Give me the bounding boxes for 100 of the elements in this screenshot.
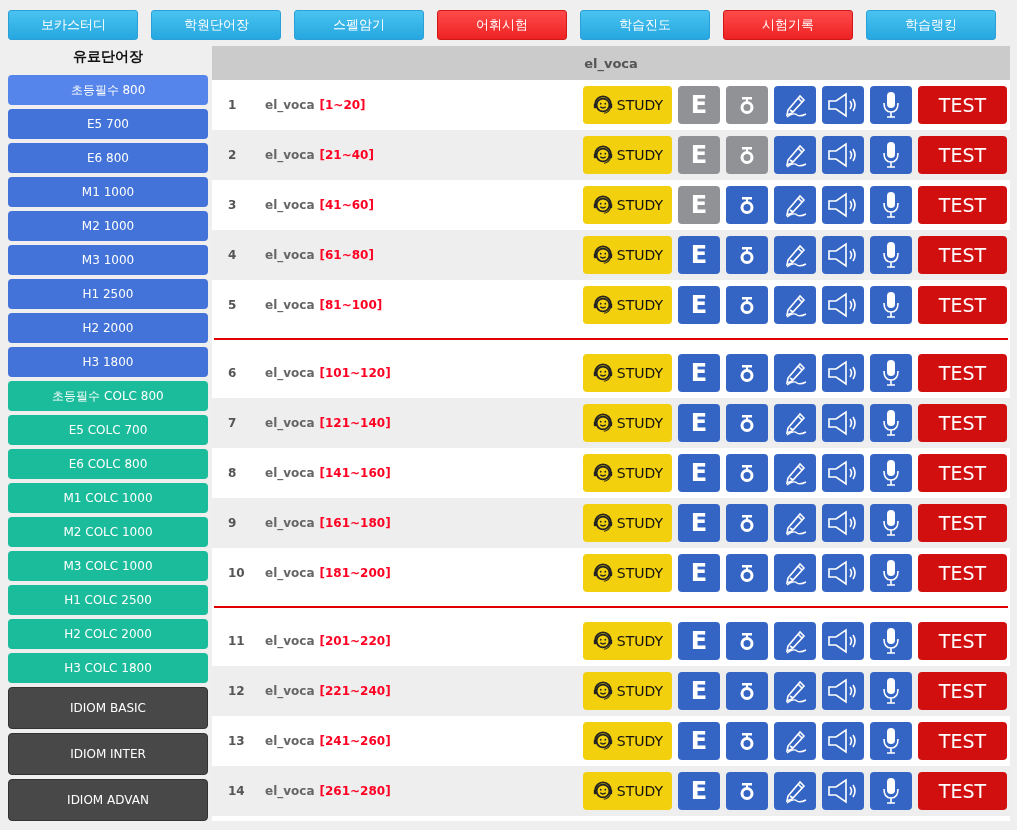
nav-button[interactable]: 어휘시험 [437, 10, 567, 40]
e-button[interactable]: E [678, 86, 720, 124]
stopwatch-button[interactable] [726, 86, 768, 124]
stopwatch-button[interactable] [726, 236, 768, 274]
e-button[interactable]: E [678, 136, 720, 174]
stopwatch-button[interactable] [726, 504, 768, 542]
speak-button[interactable] [870, 554, 912, 592]
sidebar-item[interactable]: IDIOM BASIC [8, 687, 208, 729]
e-button[interactable]: E [678, 354, 720, 392]
speak-button[interactable] [870, 672, 912, 710]
writing-button[interactable] [774, 622, 816, 660]
study-button[interactable]: STUDY [583, 772, 672, 810]
e-button[interactable]: E [678, 286, 720, 324]
listen-button[interactable] [822, 722, 864, 760]
sidebar-item[interactable]: H1 2500 [8, 279, 208, 309]
test-button[interactable]: TEST [918, 554, 1007, 592]
e-button[interactable]: E [678, 622, 720, 660]
sidebar-item[interactable]: IDIOM ADVAN [8, 779, 208, 821]
listen-button[interactable] [822, 622, 864, 660]
test-button[interactable]: TEST [918, 504, 1007, 542]
test-button[interactable]: TEST [918, 672, 1007, 710]
stopwatch-button[interactable] [726, 136, 768, 174]
study-button[interactable]: STUDY [583, 404, 672, 442]
writing-button[interactable] [774, 354, 816, 392]
writing-button[interactable] [774, 136, 816, 174]
stopwatch-button[interactable] [726, 672, 768, 710]
speak-button[interactable] [870, 722, 912, 760]
sidebar-item[interactable]: M3 1000 [8, 245, 208, 275]
listen-button[interactable] [822, 672, 864, 710]
listen-button[interactable] [822, 236, 864, 274]
test-button[interactable]: TEST [918, 354, 1007, 392]
writing-button[interactable] [774, 504, 816, 542]
test-button[interactable]: TEST [918, 236, 1007, 274]
sidebar-item[interactable]: M2 1000 [8, 211, 208, 241]
speak-button[interactable] [870, 404, 912, 442]
test-button[interactable]: TEST [918, 722, 1007, 760]
sidebar-item[interactable]: E6 800 [8, 143, 208, 173]
writing-button[interactable] [774, 722, 816, 760]
stopwatch-button[interactable] [726, 554, 768, 592]
listen-button[interactable] [822, 404, 864, 442]
study-button[interactable]: STUDY [583, 86, 672, 124]
test-button[interactable]: TEST [918, 286, 1007, 324]
stopwatch-button[interactable] [726, 354, 768, 392]
sidebar-item[interactable]: E5 700 [8, 109, 208, 139]
study-button[interactable]: STUDY [583, 622, 672, 660]
writing-button[interactable] [774, 404, 816, 442]
writing-button[interactable] [774, 454, 816, 492]
test-button[interactable]: TEST [918, 186, 1007, 224]
e-button[interactable]: E [678, 722, 720, 760]
listen-button[interactable] [822, 354, 864, 392]
e-button[interactable]: E [678, 554, 720, 592]
e-button[interactable]: E [678, 672, 720, 710]
writing-button[interactable] [774, 86, 816, 124]
study-button[interactable]: STUDY [583, 672, 672, 710]
speak-button[interactable] [870, 86, 912, 124]
stopwatch-button[interactable] [726, 186, 768, 224]
speak-button[interactable] [870, 454, 912, 492]
e-button[interactable]: E [678, 454, 720, 492]
speak-button[interactable] [870, 772, 912, 810]
writing-button[interactable] [774, 672, 816, 710]
sidebar-item[interactable]: IDIOM INTER [8, 733, 208, 775]
listen-button[interactable] [822, 136, 864, 174]
e-button[interactable]: E [678, 186, 720, 224]
sidebar-item[interactable]: H2 2000 [8, 313, 208, 343]
listen-button[interactable] [822, 186, 864, 224]
stopwatch-button[interactable] [726, 404, 768, 442]
listen-button[interactable] [822, 554, 864, 592]
stopwatch-button[interactable] [726, 286, 768, 324]
writing-button[interactable] [774, 236, 816, 274]
sidebar-item[interactable]: H3 1800 [8, 347, 208, 377]
speak-button[interactable] [870, 622, 912, 660]
speak-button[interactable] [870, 186, 912, 224]
writing-button[interactable] [774, 186, 816, 224]
study-button[interactable]: STUDY [583, 722, 672, 760]
study-button[interactable]: STUDY [583, 136, 672, 174]
speak-button[interactable] [870, 136, 912, 174]
e-button[interactable]: E [678, 404, 720, 442]
test-button[interactable]: TEST [918, 772, 1007, 810]
listen-button[interactable] [822, 454, 864, 492]
sidebar-item[interactable]: 초등필수 800 [8, 75, 208, 105]
writing-button[interactable] [774, 554, 816, 592]
study-button[interactable]: STUDY [583, 236, 672, 274]
nav-button[interactable]: 시험기록 [723, 10, 853, 40]
stopwatch-button[interactable] [726, 772, 768, 810]
sidebar-item[interactable]: M1 1000 [8, 177, 208, 207]
study-button[interactable]: STUDY [583, 554, 672, 592]
listen-button[interactable] [822, 286, 864, 324]
e-button[interactable]: E [678, 504, 720, 542]
listen-button[interactable] [822, 772, 864, 810]
test-button[interactable]: TEST [918, 136, 1007, 174]
study-button[interactable]: STUDY [583, 504, 672, 542]
test-button[interactable]: TEST [918, 86, 1007, 124]
listen-button[interactable] [822, 86, 864, 124]
stopwatch-button[interactable] [726, 454, 768, 492]
speak-button[interactable] [870, 504, 912, 542]
e-button[interactable]: E [678, 772, 720, 810]
study-button[interactable]: STUDY [583, 286, 672, 324]
writing-button[interactable] [774, 772, 816, 810]
study-button[interactable]: STUDY [583, 354, 672, 392]
study-button[interactable]: STUDY [583, 186, 672, 224]
